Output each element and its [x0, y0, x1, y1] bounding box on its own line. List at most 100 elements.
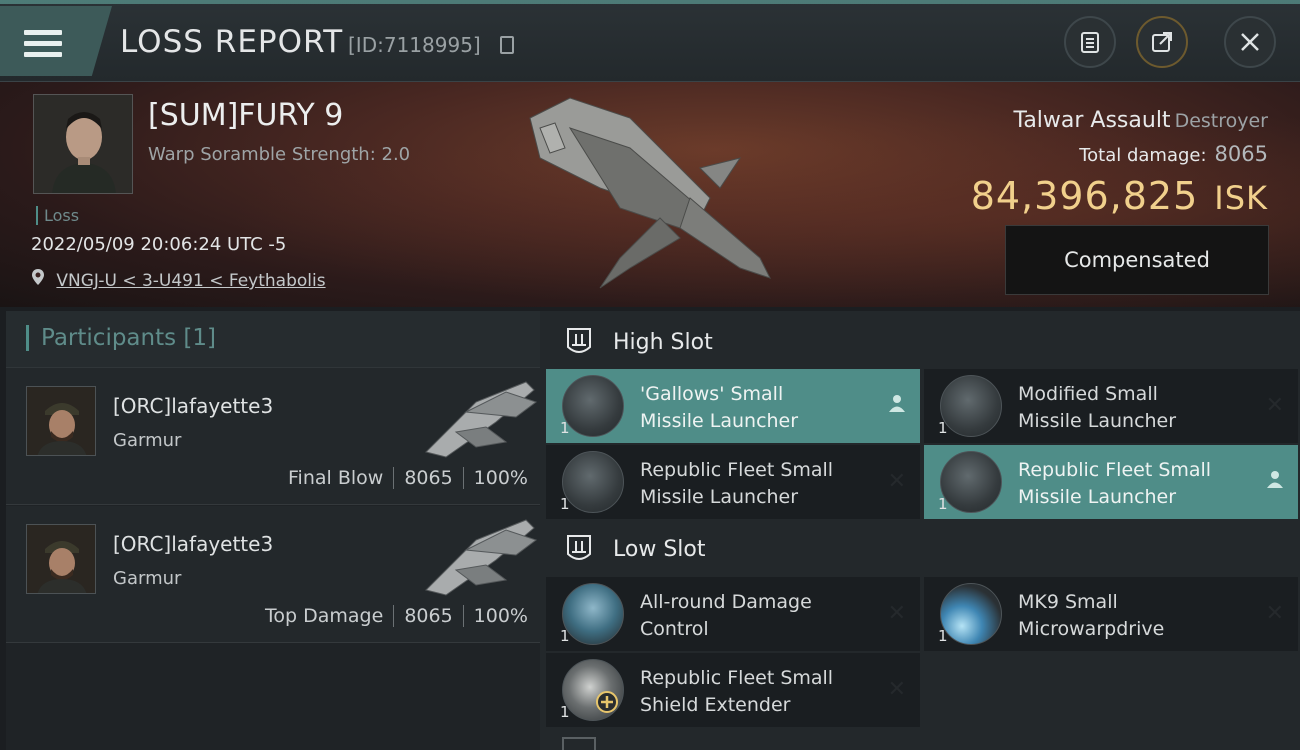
loss-tag: Loss — [36, 206, 79, 225]
isk-value: 84,396,825 — [971, 174, 1199, 218]
share-icon — [1149, 29, 1175, 55]
close-icon — [1237, 29, 1263, 55]
module-item[interactable]: 1 Republic Fleet Small Missile Launcher … — [546, 445, 920, 519]
module-name-line1: All-round Damage — [640, 589, 870, 616]
module-item[interactable]: 1 MK9 Small Microwarpdrive ✕ — [924, 577, 1298, 651]
participant-card[interactable]: [ORC]lafayette3 Garmur Final Blow 8065 1… — [6, 368, 540, 505]
module-name-line1: Republic Fleet Small — [640, 665, 870, 692]
module-item[interactable]: 1 Modified Small Missile Launcher ✕ — [924, 369, 1298, 443]
participant-percent: 100% — [474, 467, 528, 489]
participants-panel: Participants [1] [ORC]lafayette3 Garmur … — [6, 311, 540, 750]
victim-ship: Talwar AssaultDestroyer — [1014, 108, 1268, 133]
participant-ship-image — [416, 510, 540, 600]
module-name: Republic Fleet Small Missile Launcher — [1018, 457, 1248, 511]
module-name-line2: Microwarpdrive — [1018, 616, 1248, 643]
high-slot-icon — [562, 325, 596, 359]
compensated-button[interactable]: Compensated — [1005, 225, 1269, 295]
participant-ship-image — [416, 372, 540, 462]
victim-name[interactable]: [SUM]FURY 9 — [148, 98, 343, 133]
low-slot-icon — [562, 532, 596, 566]
module-name-line2: Shield Extender — [640, 692, 870, 719]
shield-extender-icon — [562, 659, 624, 721]
module-name: Republic Fleet Small Missile Launcher — [640, 457, 870, 511]
copy-icon[interactable] — [500, 36, 514, 54]
module-quantity: 1 — [938, 627, 948, 645]
total-damage-row: Total damage:8065 — [1079, 142, 1268, 166]
module-name-line2: Missile Launcher — [1018, 408, 1248, 435]
module-item[interactable]: 1 'Gallows' Small Missile Launcher — [546, 369, 920, 443]
participant-damage: 8065 — [404, 467, 452, 489]
clipboard-icon — [1077, 29, 1103, 55]
module-name: 'Gallows' Small Missile Launcher — [640, 381, 870, 435]
participant-ship: Garmur — [113, 568, 181, 589]
module-name-line2: Missile Launcher — [640, 484, 870, 511]
participant-role: Top Damage — [265, 605, 383, 627]
missile-launcher-icon — [562, 375, 624, 437]
module-name-line1: MK9 Small — [1018, 589, 1248, 616]
module-item[interactable]: 1 Republic Fleet Small Missile Launcher — [924, 445, 1298, 519]
participants-label: Participants — [41, 325, 176, 351]
missile-launcher-icon — [940, 451, 1002, 513]
participant-stats: Top Damage 8065 100% — [265, 605, 528, 627]
module-quantity: 1 — [938, 419, 948, 437]
module-name-line1: 'Gallows' Small — [640, 381, 870, 408]
victim-portrait — [33, 94, 133, 194]
low-slot-header: Low Slot — [540, 520, 1300, 578]
isk-value-row: 84,396,825 ISK — [971, 174, 1268, 218]
isk-unit: ISK — [1214, 179, 1268, 217]
ship-name: Talwar Assault — [1014, 108, 1171, 133]
high-slot-header: High Slot — [540, 313, 1300, 371]
module-name-line1: Republic Fleet Small — [1018, 457, 1248, 484]
module-item[interactable]: 1 All-round Damage Control ✕ — [546, 577, 920, 651]
cross-icon[interactable]: ✕ — [888, 601, 906, 626]
module-quantity: 1 — [560, 703, 570, 721]
clipboard-button[interactable] — [1064, 16, 1116, 68]
module-quantity: 1 — [938, 495, 948, 513]
menu-tab[interactable] — [0, 6, 112, 76]
cross-icon[interactable]: ✕ — [1266, 393, 1284, 418]
location-link[interactable]: VNGJ-U < 3-U491 < Feythabolis — [56, 271, 325, 291]
module-name-line1: Republic Fleet Small — [640, 457, 870, 484]
location-pin-icon — [31, 271, 50, 291]
loss-summary-panel: [SUM]FURY 9 Warp Soramble Strength: 2.0 … — [0, 82, 1300, 307]
person-icon[interactable] — [1266, 469, 1284, 495]
close-button[interactable] — [1224, 16, 1276, 68]
participant-ship: Garmur — [113, 430, 181, 451]
participants-count: [1] — [183, 325, 216, 351]
participant-avatar — [26, 524, 96, 594]
ship-render — [510, 88, 790, 298]
total-damage-value: 8065 — [1215, 142, 1268, 166]
damage-control-icon — [562, 583, 624, 645]
page-title: LOSS REPORT — [120, 24, 343, 60]
module-name-line1: Modified Small — [1018, 381, 1248, 408]
cross-icon[interactable]: ✕ — [888, 677, 906, 702]
missile-launcher-icon — [562, 451, 624, 513]
module-name: All-round Damage Control — [640, 589, 870, 643]
module-quantity: 1 — [560, 495, 570, 513]
high-slot-title: High Slot — [613, 330, 713, 355]
module-name: MK9 Small Microwarpdrive — [1018, 589, 1248, 643]
module-name: Republic Fleet Small Shield Extender — [640, 665, 870, 719]
location-row[interactable]: VNGJ-U < 3-U491 < Feythabolis — [31, 268, 326, 291]
module-name-line2: Control — [640, 616, 870, 643]
low-slot-title: Low Slot — [613, 537, 705, 562]
warp-scramble-strength: Warp Soramble Strength: 2.0 — [148, 144, 410, 165]
next-slot-icon — [562, 737, 596, 750]
participant-card[interactable]: [ORC]lafayette3 Garmur Top Damage 8065 1… — [6, 506, 540, 643]
microwarpdrive-icon — [940, 583, 1002, 645]
person-icon[interactable] — [888, 393, 906, 419]
module-name-line2: Missile Launcher — [1018, 484, 1248, 511]
cross-icon[interactable]: ✕ — [1266, 601, 1284, 626]
fitting-panel: High Slot 1 'Gallows' Small Missile Laun… — [540, 311, 1300, 750]
participant-damage: 8065 — [404, 605, 452, 627]
share-button[interactable] — [1136, 16, 1188, 68]
module-quantity: 1 — [560, 627, 570, 645]
participant-name[interactable]: [ORC]lafayette3 — [113, 532, 273, 556]
menu-icon[interactable] — [24, 30, 62, 58]
loss-timestamp: 2022/05/09 20:06:24 UTC -5 — [31, 234, 286, 255]
participants-header: Participants [1] — [6, 311, 540, 368]
module-item[interactable]: 1 Republic Fleet Small Shield Extender ✕ — [546, 653, 920, 727]
participant-percent: 100% — [474, 605, 528, 627]
cross-icon[interactable]: ✕ — [888, 469, 906, 494]
participant-name[interactable]: [ORC]lafayette3 — [113, 394, 273, 418]
